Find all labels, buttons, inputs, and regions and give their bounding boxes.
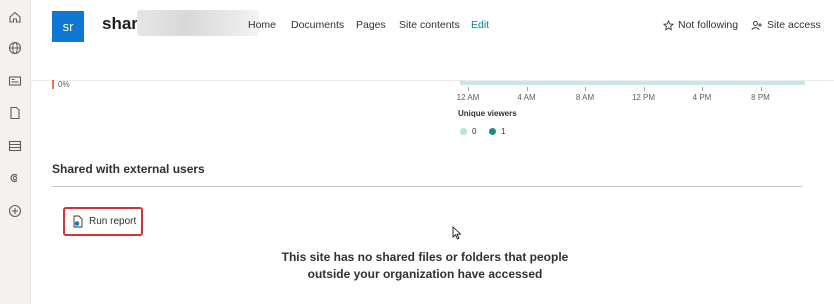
follow-label: Not following <box>678 19 739 31</box>
x-tick-mark <box>526 87 528 91</box>
add-icon[interactable] <box>6 202 24 220</box>
nav-pages[interactable]: Pages <box>356 19 386 31</box>
legend-label-0: 0 <box>472 127 477 136</box>
list-icon[interactable] <box>6 137 24 155</box>
site-page: sr shari Home Documents Pages Site conte… <box>31 0 834 304</box>
x-tick-label: 8 PM <box>751 93 770 102</box>
x-tick-mark <box>760 87 762 91</box>
legend-title: Unique viewers <box>458 109 517 118</box>
star-icon <box>663 19 674 31</box>
globe-icon[interactable] <box>6 39 24 57</box>
run-report-label: Run report <box>89 216 137 227</box>
legend-item-1: 1 <box>489 127 505 136</box>
site-access-button[interactable]: Site access <box>751 19 821 31</box>
section-divider <box>52 186 802 187</box>
nav-edit[interactable]: Edit <box>471 19 489 31</box>
external-users-heading: Shared with external users <box>52 162 205 176</box>
x-tick-label: 4 PM <box>692 93 712 102</box>
legend-dot-0 <box>460 128 467 135</box>
x-tick-mark <box>643 87 645 91</box>
follow-button[interactable]: Not following <box>663 19 738 31</box>
news-icon[interactable] <box>6 72 24 90</box>
x-tick-mark <box>702 87 703 91</box>
mouse-cursor-icon <box>452 226 462 240</box>
x-tick-label: 12 AM <box>456 93 480 102</box>
x-tick-label: 4 AM <box>517 93 536 102</box>
chart-bar-series-0 <box>460 81 805 85</box>
legend-dot-1 <box>489 128 496 135</box>
legend-label-1: 1 <box>501 127 506 136</box>
site-access-label: Site access <box>767 19 821 31</box>
loop-icon[interactable] <box>6 169 24 187</box>
left-app-rail <box>0 0 31 304</box>
x-tick-label: 8 AM <box>575 93 595 102</box>
legend-item-0: 0 <box>460 127 476 136</box>
document-icon[interactable] <box>6 104 24 122</box>
nav-home[interactable]: Home <box>248 19 276 31</box>
people-icon <box>751 20 762 30</box>
run-report-button[interactable]: Run report <box>63 207 143 236</box>
site-header: sr shari Home Documents Pages Site conte… <box>31 0 834 81</box>
empty-state-message: This site has no shared files or folders… <box>281 250 569 281</box>
x-tick-mark <box>585 87 586 91</box>
report-icon <box>73 215 83 228</box>
home-icon[interactable] <box>6 8 24 26</box>
redacted-title-blur <box>137 10 259 36</box>
x-tick-label: 12 PM <box>631 93 656 102</box>
percent-label: 0% <box>52 80 70 89</box>
nav-site-contents[interactable]: Site contents <box>399 19 460 31</box>
nav-documents[interactable]: Documents <box>291 19 344 31</box>
site-logo[interactable]: sr <box>52 11 84 42</box>
x-tick-mark <box>468 87 469 91</box>
